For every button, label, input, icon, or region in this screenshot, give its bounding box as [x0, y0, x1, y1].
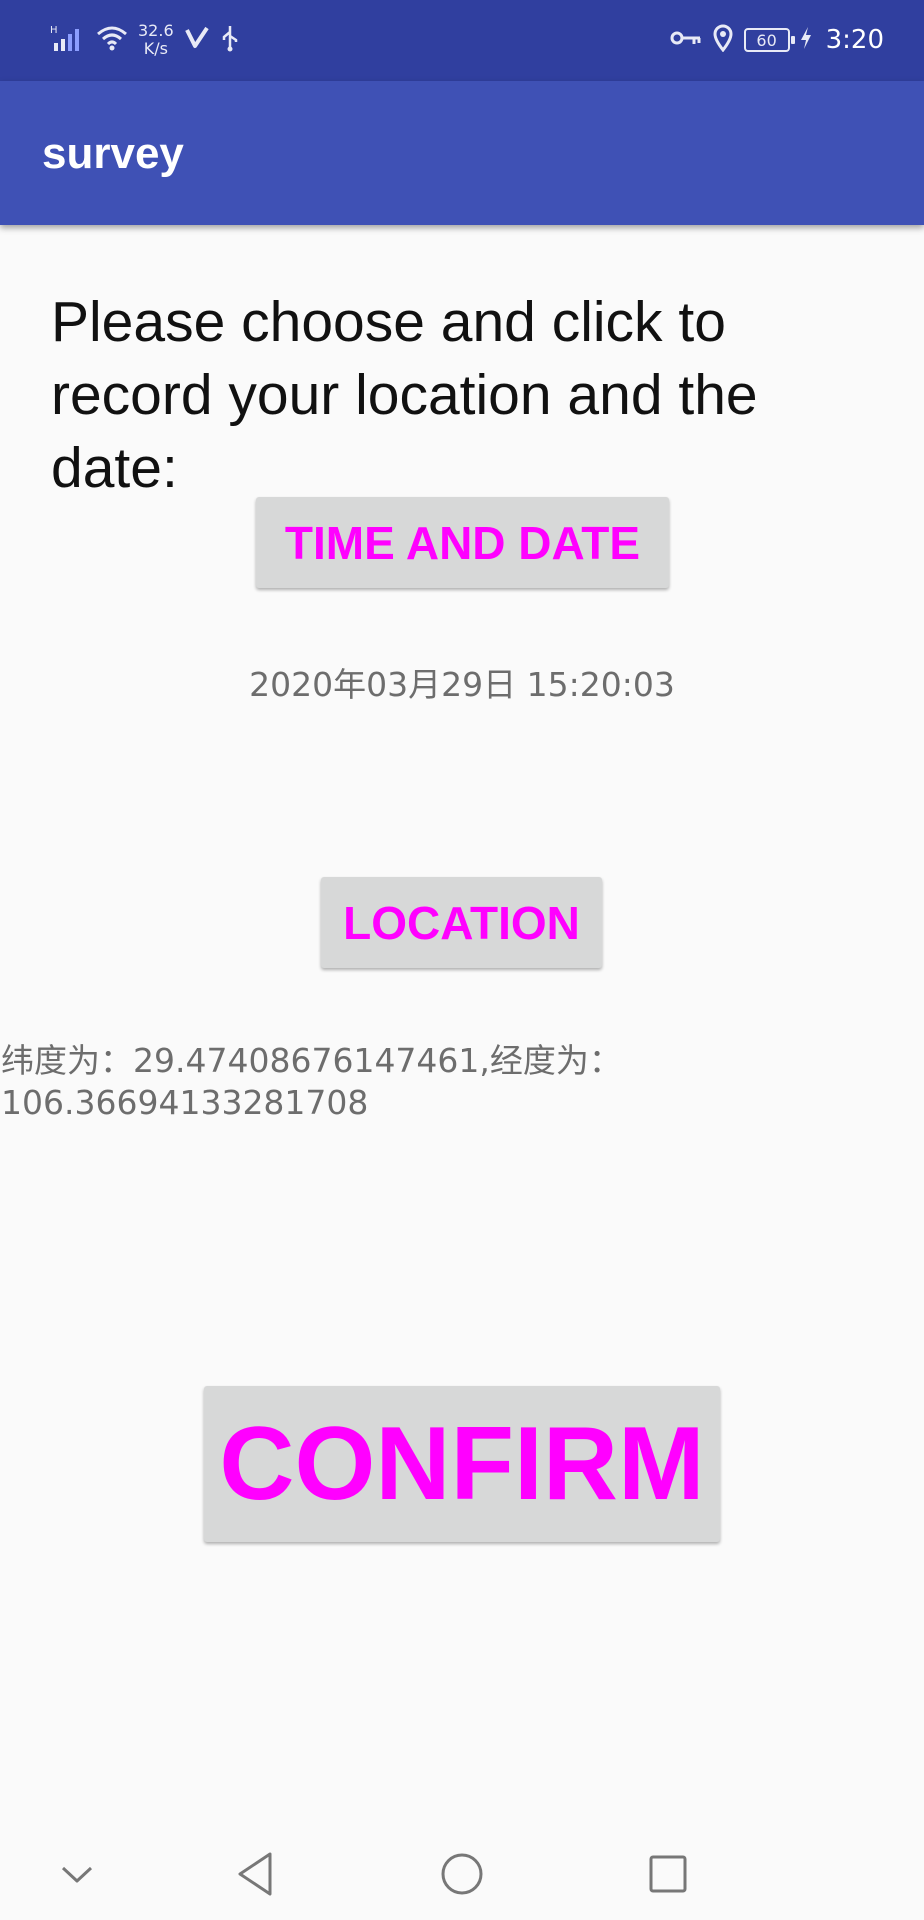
status-bar: H 32.6 K/s 60 3:20 [0, 0, 924, 81]
confirm-button[interactable]: CONFIRM [204, 1386, 720, 1542]
navigation-bar [0, 1830, 924, 1920]
datetime-value: 2020年03月29日 15:20:03 [249, 665, 675, 704]
coordinates-line-2: 106.36694133281708 [1, 1083, 369, 1122]
key-icon [670, 28, 702, 52]
instruction-text: Please choose and click to record your l… [51, 290, 758, 500]
time-and-date-button[interactable]: TIME AND DATE [256, 497, 669, 588]
location-pin-icon [712, 24, 734, 56]
coordinates-text: 纬度为：29.47408676147461,经度为： 106.366941332… [1, 1040, 901, 1124]
signal-label: H [50, 25, 58, 36]
home-icon[interactable] [430, 1842, 494, 1906]
vpn-check-icon [184, 26, 210, 54]
charging-icon [800, 26, 812, 54]
app-bar: survey [0, 81, 924, 225]
net-speed: 32.6 K/s [138, 22, 174, 58]
clock: 3:20 [825, 25, 884, 55]
battery-icon: 60 [743, 28, 795, 52]
recents-icon[interactable] [636, 1842, 700, 1906]
status-right-group: 60 3:20 [670, 18, 884, 62]
coordinates-line-1: 纬度为：29.47408676147461,经度为： [1, 1041, 622, 1080]
net-speed-value: 32.6 [138, 21, 174, 40]
battery-level: 60 [756, 30, 777, 50]
usb-icon [220, 24, 240, 56]
wifi-icon [96, 24, 128, 56]
status-left-group: H 32.6 K/s [50, 18, 240, 62]
app-title: survey [42, 129, 184, 178]
back-icon[interactable] [224, 1842, 288, 1906]
signal-icon: H [50, 23, 86, 57]
location-button[interactable]: LOCATION [321, 877, 602, 968]
chevron-down-icon[interactable] [45, 1842, 109, 1906]
net-speed-unit: K/s [143, 39, 168, 58]
